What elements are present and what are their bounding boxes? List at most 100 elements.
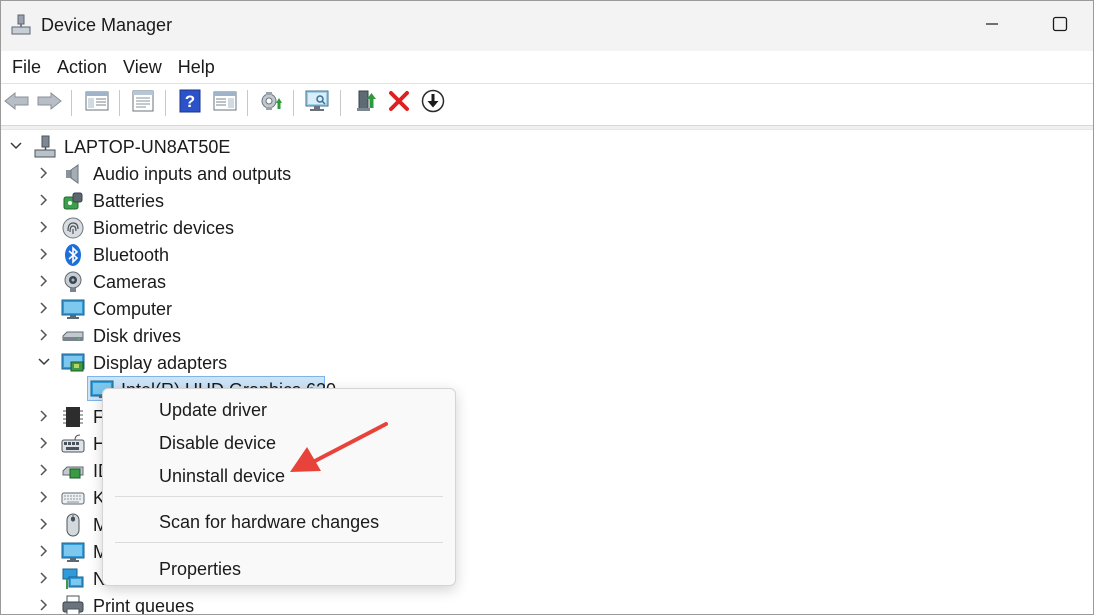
tree-category-biometric[interactable]: Biometric devices [1,214,1093,241]
chevron-right-icon[interactable] [36,327,52,343]
battery-icon [61,189,85,213]
tree-category-label: Bluetooth [93,245,170,265]
properties-sheet-icon [131,90,155,117]
device-manager-icon [10,14,32,36]
enable-device-icon [354,89,378,118]
toolbar-separator [71,90,72,116]
chevron-right-icon[interactable] [36,192,52,208]
toolbar-separator [247,90,248,116]
toolbar-separator [119,90,120,116]
keyboard-icon [61,486,85,510]
update-driver-icon [258,89,284,118]
maximize-button[interactable] [1037,1,1083,51]
tree-category-label: Cameras [93,272,167,292]
minimize-icon [985,17,999,36]
chevron-right-icon[interactable] [36,246,52,262]
chevron-down-icon[interactable] [36,354,52,370]
forward-arrow-icon [36,91,62,116]
show-hide-console-tree-button[interactable] [83,89,111,117]
tree-category-label: Audio inputs and outputs [93,164,292,184]
speaker-icon [61,162,85,186]
computer-tower-icon [33,135,57,159]
tree-root-label: LAPTOP-UN8AT50E [64,137,231,157]
chevron-right-icon[interactable] [36,408,52,424]
maximize-icon [1052,16,1068,37]
mouse-icon [61,513,85,537]
tree-category-disk-drives[interactable]: Disk drives [1,322,1093,349]
tree-category-label: Batteries [93,191,165,211]
tree-category-label: Print queues [93,596,195,615]
window-title: Device Manager [41,15,173,35]
tree-category-cameras[interactable]: Cameras [1,268,1093,295]
chevron-right-icon[interactable] [36,300,52,316]
uninstall-device-button[interactable] [385,89,413,117]
context-menu-update-driver[interactable]: Update driver [107,394,453,426]
tree-category-batteries[interactable]: Batteries [1,187,1093,214]
chevron-right-icon[interactable] [36,570,52,586]
svg-text:?: ? [185,92,195,111]
tree-category-print-queues[interactable]: Print queues [1,592,1093,615]
pane-divider [1,125,1093,130]
download-driver-icon [421,89,445,118]
tree-root[interactable]: LAPTOP-UN8AT50E [1,133,1093,160]
printer-icon [61,594,85,614]
chevron-right-icon[interactable] [36,165,52,181]
scan-hardware-button[interactable] [303,89,331,117]
menu-help[interactable]: Help [170,53,223,82]
chevron-right-icon[interactable] [36,462,52,478]
enable-device-button[interactable] [352,89,380,117]
chevron-right-icon[interactable] [36,543,52,559]
properties-button[interactable] [129,89,157,117]
update-driver-button[interactable] [257,89,285,117]
device-manager-window: Device Manager File Action View Help ? L… [0,0,1094,615]
tree-category-computer[interactable]: Computer [1,295,1093,322]
disk-drive-icon [61,324,85,348]
ide-controller-icon [61,459,85,483]
chevron-right-icon[interactable] [36,597,52,613]
context-menu-scan-hardware[interactable]: Scan for hardware changes [107,506,453,538]
firmware-chip-icon [61,405,85,429]
tree-category-bluetooth[interactable]: Bluetooth [1,241,1093,268]
help-button[interactable]: ? [176,89,204,117]
tree-category-label: Disk drives [93,326,182,346]
action-pane-icon [213,90,237,117]
monitor-icon [61,540,85,564]
download-driver-button[interactable] [419,89,447,117]
tree-category-display-adapters[interactable]: Display adapters [1,349,1093,376]
menu-action[interactable]: Action [49,53,115,82]
chevron-right-icon[interactable] [36,516,52,532]
toolbar-separator [165,90,166,116]
menu-file[interactable]: File [4,53,49,82]
tree-category-label: Computer [93,299,173,319]
menu-bar: File Action View Help [1,51,1093,84]
tree-category-audio[interactable]: Audio inputs and outputs [1,160,1093,187]
back-arrow-icon [4,91,30,116]
tree-category-label: Display adapters [93,353,228,373]
fingerprint-icon [61,216,85,240]
context-menu-separator [115,542,443,543]
network-adapter-icon [61,567,85,591]
context-menu-uninstall-device[interactable]: Uninstall device [107,460,453,492]
keyboard-hid-icon [61,432,85,456]
chevron-right-icon[interactable] [36,219,52,235]
bluetooth-icon [61,243,85,267]
toolbar: ? [1,85,1093,121]
menu-view[interactable]: View [115,53,170,82]
display-adapter-icon [61,351,85,375]
chevron-right-icon[interactable] [36,435,52,451]
chevron-right-icon[interactable] [36,489,52,505]
toolbar-separator [293,90,294,116]
back-button[interactable] [3,89,31,117]
context-menu-properties[interactable]: Properties [107,553,453,585]
tree-category-label: Biometric devices [93,218,235,238]
context-menu-separator [115,496,443,497]
forward-button[interactable] [35,89,63,117]
chevron-down-icon[interactable] [8,138,24,154]
scan-hardware-icon [304,89,330,118]
camera-icon [61,270,85,294]
action-pane-button[interactable] [211,89,239,117]
context-menu-disable-device[interactable]: Disable device [107,427,453,459]
chevron-right-icon[interactable] [36,273,52,289]
title-bar: Device Manager [1,1,1093,51]
minimize-button[interactable] [969,1,1015,51]
